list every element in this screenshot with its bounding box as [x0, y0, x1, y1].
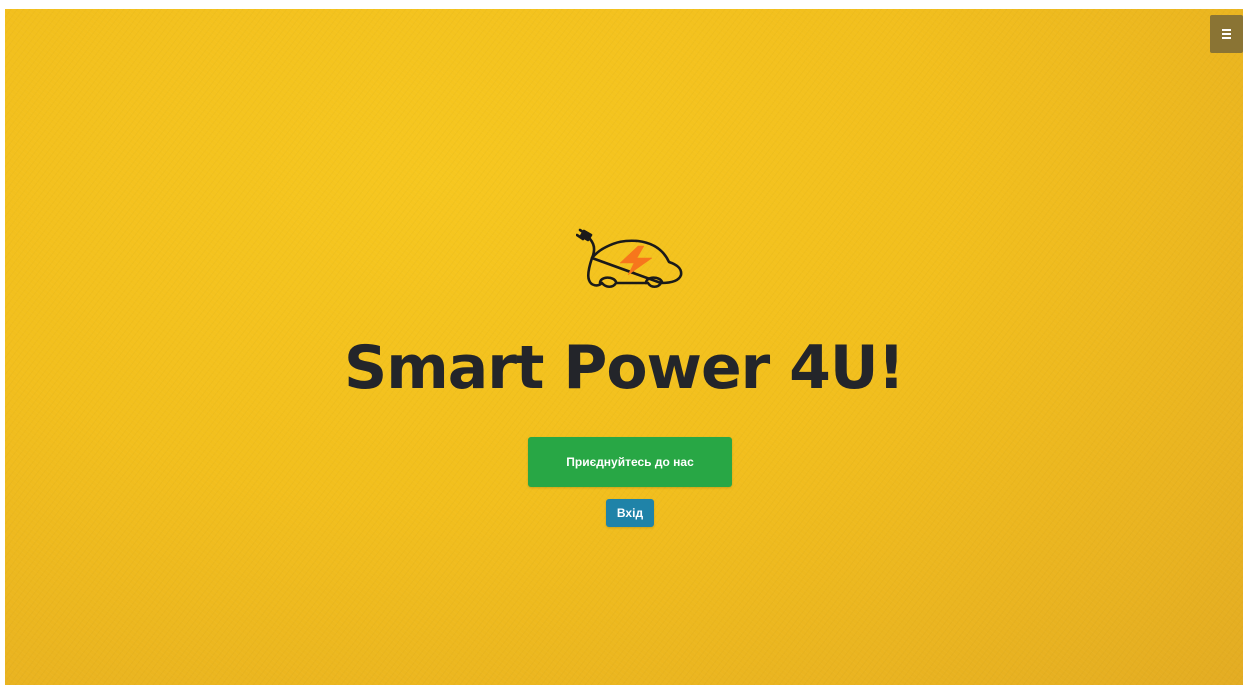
menu-toggle-button[interactable]: [1210, 15, 1243, 53]
plug-icon: [576, 228, 596, 260]
page-title: Smart Power 4U!: [343, 333, 905, 403]
electric-car-plug-icon: [576, 228, 683, 289]
hero-section: Smart Power 4U! Приєднуйтесь до нас Вхід: [5, 9, 1243, 685]
login-button[interactable]: Вхід: [606, 499, 654, 527]
join-us-button[interactable]: Приєднуйтесь до нас: [528, 437, 732, 487]
hamburger-menu-icon: [1222, 29, 1231, 39]
